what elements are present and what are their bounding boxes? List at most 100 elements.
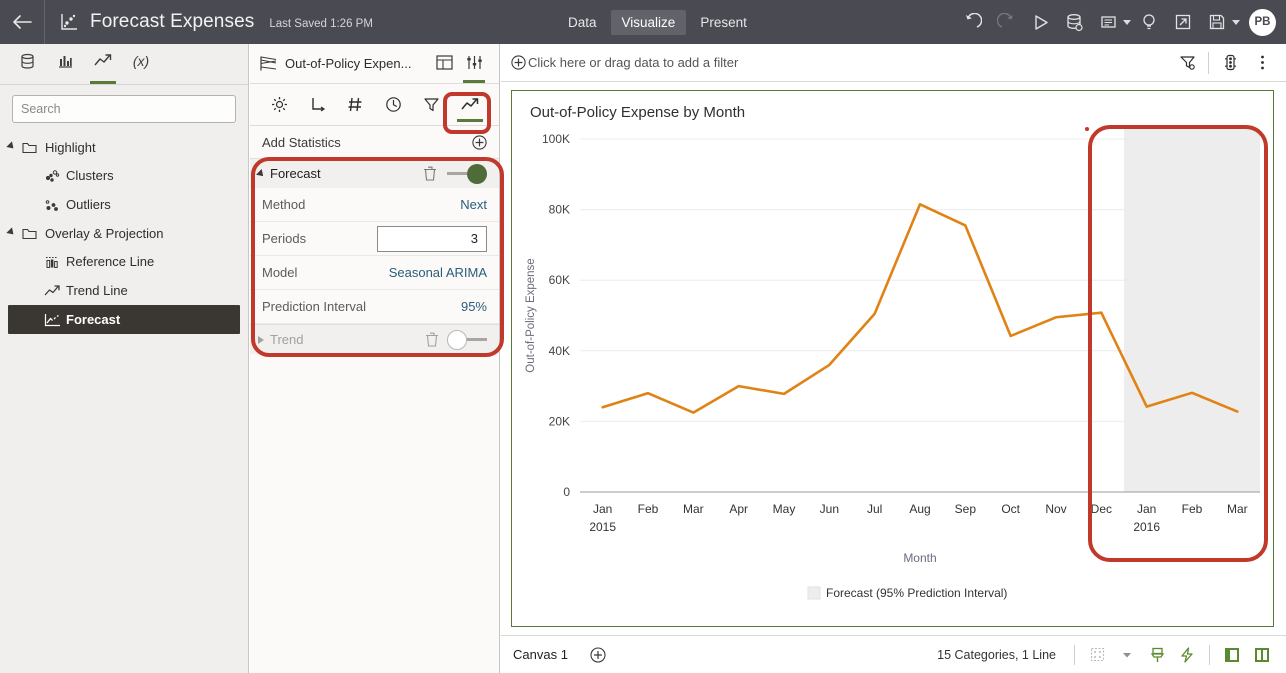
line-chart[interactable]: 020K40K60K80K100KOut-of-Policy ExpenseJa… (512, 91, 1273, 628)
x-axis-tick-label: Dec (1091, 502, 1112, 516)
expand-triangle-icon[interactable] (6, 141, 16, 151)
run-icon[interactable] (1024, 6, 1056, 38)
general-gear-icon[interactable] (264, 89, 294, 121)
analytics-trend-icon[interactable] (455, 89, 485, 121)
trash-icon[interactable] (425, 332, 439, 347)
toggle-knob[interactable] (447, 330, 467, 350)
sidebar-item-outliers[interactable]: Outliers (0, 190, 248, 219)
properties-sliders-icon[interactable] (459, 45, 489, 83)
comment-icon[interactable] (1092, 6, 1124, 38)
chart-summary-label: 15 Categories, 1 Line (937, 648, 1056, 662)
trend-toggle[interactable] (447, 330, 491, 350)
sidebar-item-label: Outliers (66, 197, 111, 212)
save-dropdown-caret-icon[interactable] (1232, 20, 1240, 25)
tree-group-label: Overlay & Projection (45, 226, 164, 241)
search-input[interactable] (12, 95, 236, 123)
trash-icon[interactable] (423, 166, 437, 181)
forecast-model-row[interactable]: Model Seasonal ARIMA (250, 256, 499, 290)
forecast-periods-input[interactable] (377, 226, 487, 252)
data-actions-icon[interactable] (1216, 48, 1244, 78)
forecast-section-header[interactable]: Forecast (250, 158, 499, 188)
grid-layout-icon[interactable] (429, 45, 459, 83)
filter-settings-icon[interactable] (1173, 48, 1201, 78)
left-panel-toggle-icon[interactable] (1220, 643, 1244, 667)
folder-icon (22, 227, 37, 240)
forecast-method-value[interactable]: Next (460, 197, 487, 212)
forecast-periods-row[interactable]: Periods (250, 222, 499, 256)
x-axis-tick-label: Apr (729, 502, 748, 516)
export-icon[interactable] (1167, 6, 1199, 38)
topbar-divider (44, 0, 45, 44)
undo-icon[interactable] (956, 6, 988, 38)
right-panel-toggle-icon[interactable] (1250, 643, 1274, 667)
add-statistics-row[interactable]: Add Statistics (250, 126, 499, 158)
forecast-periods-label: Periods (262, 231, 306, 246)
tree-group-label: Highlight (45, 140, 96, 155)
sidebar-item-forecast[interactable]: Forecast (8, 305, 240, 334)
time-axis-icon[interactable] (379, 89, 409, 121)
tree-group-overlay-projection[interactable]: Overlay & Projection (0, 219, 248, 247)
forecast-prediction-interval-value[interactable]: 95% (461, 299, 487, 314)
status-bar-tools: 15 Categories, 1 Line (937, 643, 1274, 667)
more-options-icon[interactable] (1248, 48, 1276, 78)
visualizations-tab[interactable] (46, 44, 84, 84)
plus-circle-icon[interactable] (511, 55, 526, 70)
collapse-triangle-icon[interactable] (256, 169, 266, 179)
x-axis-year-label: 2015 (589, 520, 616, 534)
auto-refresh-icon[interactable] (1175, 643, 1199, 667)
brush-icon[interactable] (1145, 643, 1169, 667)
forecast-model-value[interactable]: Seasonal ARIMA (389, 265, 487, 280)
expand-triangle-icon[interactable] (258, 336, 264, 344)
grid-view-dropdown-icon[interactable] (1115, 643, 1139, 667)
forecast-toggle[interactable] (447, 164, 491, 184)
forecast-method-row[interactable]: Method Next (250, 188, 499, 222)
trend-line-icon (44, 284, 66, 298)
x-axis-tick-label: Sep (955, 502, 977, 516)
comment-dropdown-caret-icon[interactable] (1123, 20, 1131, 25)
y-axis-tick-label: 100K (542, 132, 570, 146)
legend-label: Forecast (95% Prediction Interval) (826, 586, 1007, 600)
filter-bar[interactable]: Click here or drag data to add a filter (501, 44, 1286, 82)
back-arrow-icon[interactable] (0, 0, 44, 44)
sidebar-tabs: (x) (0, 44, 248, 85)
sidebar-item-clusters[interactable]: Clusters (0, 161, 248, 190)
toolbar-divider (1209, 645, 1210, 665)
y-axis-tick-label: 0 (563, 485, 570, 499)
save-icon[interactable] (1201, 6, 1233, 38)
toggle-track (447, 172, 467, 175)
plus-circle-icon[interactable] (590, 647, 606, 663)
tab-visualize[interactable]: Visualize (611, 10, 687, 35)
mode-tabs: Data Visualize Present (557, 0, 758, 44)
axis-icon[interactable] (302, 89, 332, 121)
plus-circle-icon[interactable] (472, 135, 487, 150)
insight-bulb-icon[interactable] (1133, 6, 1165, 38)
canvas-name-label[interactable]: Canvas 1 (513, 647, 568, 662)
forecast-prediction-interval-row[interactable]: Prediction Interval 95% (250, 290, 499, 324)
toolbar-divider (1074, 645, 1075, 665)
expand-triangle-icon[interactable] (6, 227, 16, 237)
toggle-knob[interactable] (467, 164, 487, 184)
tab-present[interactable]: Present (689, 10, 758, 35)
avatar[interactable]: PB (1249, 9, 1276, 36)
properties-panel: Out-of-Policy Expen... (250, 44, 500, 673)
database-refresh-icon[interactable] (1058, 6, 1090, 38)
chart-card[interactable]: Out-of-Policy Expense by Month 020K40K60… (511, 90, 1274, 627)
number-format-icon[interactable] (340, 89, 370, 121)
sidebar-item-reference-line[interactable]: Reference Line (0, 247, 248, 276)
grid-view-icon[interactable] (1085, 643, 1109, 667)
application-window: Forecast Expenses Last Saved 1:26 PM Dat… (0, 0, 1286, 673)
last-saved-label: Last Saved 1:26 PM (269, 14, 373, 30)
properties-header: Out-of-Policy Expen... (250, 44, 499, 84)
tab-data[interactable]: Data (557, 10, 608, 35)
data-source-tab[interactable] (8, 44, 46, 84)
y-axis-tick-label: 40K (549, 344, 570, 358)
filter-funnel-icon[interactable] (417, 89, 447, 121)
tree-group-highlight[interactable]: Highlight (0, 133, 248, 161)
analytics-tab[interactable] (84, 44, 122, 84)
sidebar-item-trend-line[interactable]: Trend Line (0, 276, 248, 305)
top-bar: Forecast Expenses Last Saved 1:26 PM Dat… (0, 0, 1286, 44)
expressions-tab[interactable]: (x) (122, 44, 160, 84)
trend-section-header[interactable]: Trend (250, 324, 499, 354)
sidebar-item-label: Trend Line (66, 283, 128, 298)
x-axis-year-label: 2016 (1133, 520, 1160, 534)
